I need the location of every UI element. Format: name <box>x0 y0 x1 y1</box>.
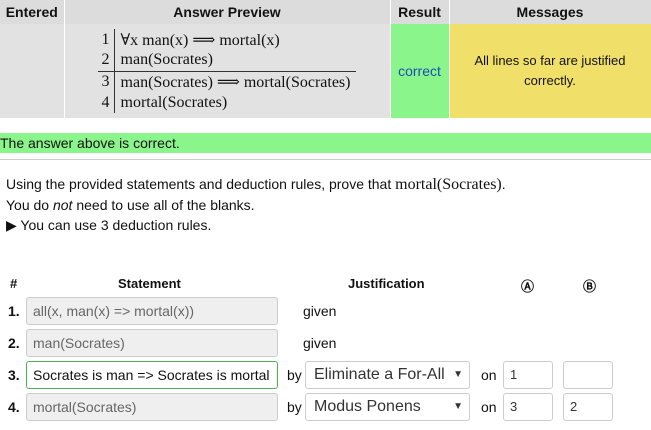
preview-proof: 1 ∀x man(x) ⟹ mortal(x) 2 man(Socrates) 3m… <box>97 29 357 113</box>
chevron-down-icon: ▼ <box>453 369 463 380</box>
by-label: by <box>287 367 302 383</box>
statement-field: man(Socrates) <box>26 329 278 357</box>
intro-line-2: You do not need to use all of the blanks… <box>6 195 506 215</box>
correct-banner: The answer above is correct. <box>0 133 651 153</box>
intro-text: Using the provided statements and deduct… <box>6 176 396 192</box>
preview-line: ∀x man(x) ⟹ mortal(x) <box>120 31 280 49</box>
divider <box>0 159 651 160</box>
col-header-statement: Statement <box>118 276 181 291</box>
intro-period: . <box>501 176 506 192</box>
results-table: Entered Answer Preview Result Messages 1… <box>0 0 651 118</box>
entered-cell <box>0 24 65 118</box>
row-number: 2. <box>8 335 20 351</box>
rule-select[interactable]: Modus Ponens ▼ <box>305 393 470 421</box>
header-result: Result <box>390 0 450 24</box>
intro-math: mortal(Socrates) <box>395 176 502 193</box>
col-header-number: # <box>10 276 18 291</box>
by-label: by <box>287 399 302 415</box>
intro-text: You do <box>6 197 53 213</box>
intro-line-1: Using the provided statements and deduct… <box>6 174 506 195</box>
result-status: correct <box>390 24 450 118</box>
intro-emphasis: not <box>52 197 73 213</box>
rules-disclosure[interactable]: ▶ You can use 3 deduction rules. <box>6 215 506 235</box>
result-message: All lines so far are justified correctly… <box>449 24 651 118</box>
rule-select-value: Eliminate a For-All <box>314 366 445 383</box>
statement-field: all(x, man(x) => mortal(x)) <box>26 297 278 325</box>
on-label: on <box>481 399 497 415</box>
problem-intro: Using the provided statements and deduct… <box>6 174 506 235</box>
intro-text: need to use all of the blanks. <box>72 197 255 213</box>
chevron-down-icon: ▼ <box>453 401 463 412</box>
row-number: 4. <box>8 399 20 415</box>
ref-b-input[interactable] <box>563 361 613 389</box>
ref-a-input[interactable]: 3 <box>503 393 553 421</box>
preview-line-number: 2 <box>97 50 115 72</box>
col-header-ref-b: Ⓑ <box>583 279 597 294</box>
preview-line: man(Socrates) <box>114 50 357 72</box>
col-header-ref-a: Ⓐ <box>521 279 535 294</box>
header-answer-preview: Answer Preview <box>64 0 391 24</box>
row-number: 3. <box>8 367 20 383</box>
row-number: 1. <box>8 303 20 319</box>
preview-line: mortal(Socrates) <box>120 93 228 111</box>
statement-input[interactable]: Socrates is man => Socrates is mortal <box>26 361 278 389</box>
col-header-justification: Justification <box>348 276 425 291</box>
rule-select[interactable]: Eliminate a For-All ▼ <box>305 361 470 389</box>
statement-field: mortal(Socrates) <box>26 393 278 421</box>
justification-given: given <box>303 335 337 351</box>
on-label: on <box>481 367 497 383</box>
preview-line-number: 4 <box>97 92 115 113</box>
ref-a-input[interactable]: 1 <box>503 361 553 389</box>
justification-given: given <box>303 303 337 319</box>
preview-line: man(Socrates) ⟹ mortal(Socrates) <box>120 73 351 91</box>
header-messages: Messages <box>449 0 651 24</box>
ref-b-input[interactable]: 2 <box>563 393 613 421</box>
answer-preview-cell: 1 ∀x man(x) ⟹ mortal(x) 2 man(Socrates) 3m… <box>64 24 391 118</box>
rule-select-value: Modus Ponens <box>314 398 421 415</box>
preview-line-number: 3 <box>97 71 115 92</box>
header-entered: Entered <box>0 0 65 24</box>
preview-line-number: 1 <box>97 29 115 50</box>
